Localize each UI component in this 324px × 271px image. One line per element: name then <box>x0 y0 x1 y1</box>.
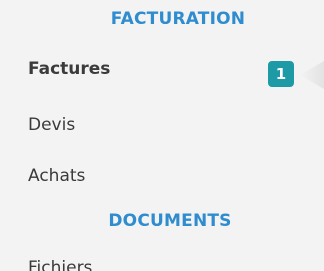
sidebar-item-achats[interactable]: Achats <box>28 166 324 186</box>
sidebar-item-devis[interactable]: Devis <box>28 115 324 135</box>
factures-count-badge: 1 <box>268 61 294 87</box>
sidebar-item-fichiers[interactable]: Fichiers <box>28 258 324 271</box>
sidebar-nav: FACTURATION Factures 1 Devis Achats DOCU… <box>0 0 324 271</box>
section-header-documents: DOCUMENTS <box>108 211 232 231</box>
section-header-facturation: FACTURATION <box>110 9 246 29</box>
